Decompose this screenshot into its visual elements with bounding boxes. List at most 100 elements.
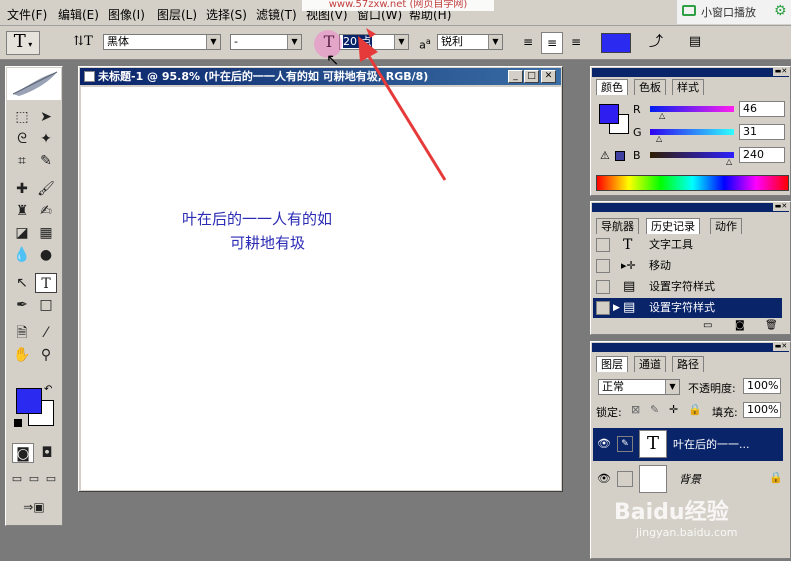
tab-channels[interactable]: 通道 bbox=[634, 356, 666, 372]
default-colors-icon[interactable] bbox=[14, 419, 22, 427]
screen-mode-full-icon[interactable]: ▭ bbox=[43, 469, 59, 489]
eye-icon[interactable]: 👁 bbox=[597, 437, 611, 450]
marquee-tool-icon[interactable]: ⬚ bbox=[11, 107, 33, 127]
b-slider[interactable] bbox=[650, 152, 734, 158]
b-value-field[interactable]: 240 bbox=[739, 147, 785, 163]
move-tool-icon[interactable]: ➤ bbox=[35, 107, 57, 127]
maximize-button[interactable]: □ bbox=[524, 70, 539, 83]
panel-close-icon[interactable]: ▬✕ bbox=[773, 202, 789, 211]
swap-colors-icon[interactable]: ↶ bbox=[44, 384, 52, 395]
align-left-icon[interactable]: ≡ bbox=[517, 32, 539, 54]
menu-edit[interactable]: 编辑(E) bbox=[58, 6, 99, 23]
layer-link-box[interactable] bbox=[617, 471, 633, 487]
panel-close-icon[interactable]: ▬✕ bbox=[773, 67, 789, 76]
new-document-from-state-icon[interactable]: ▭ bbox=[703, 320, 712, 331]
lock-transparency-icon[interactable]: ⊠ bbox=[631, 403, 640, 416]
document-title[interactable]: 未标题-1 @ 95.8% (叶在后的一一人有的如 可耕地有圾, RGB/8) bbox=[80, 68, 561, 85]
menu-layer[interactable]: 图层(L) bbox=[157, 6, 197, 23]
layer-name[interactable]: 背景 bbox=[679, 471, 701, 487]
minimize-button[interactable]: _ bbox=[508, 70, 523, 83]
blur-tool-icon[interactable]: 💧 bbox=[11, 245, 33, 265]
menu-filter[interactable]: 滤镜(T) bbox=[256, 6, 297, 23]
text-color-swatch[interactable] bbox=[601, 33, 631, 53]
eye-icon[interactable]: 👁 bbox=[597, 472, 611, 485]
screen-mode-full-menu-icon[interactable]: ▭ bbox=[26, 469, 42, 489]
tab-swatches[interactable]: 色板 bbox=[634, 79, 666, 95]
hand-tool-icon[interactable]: ✋ bbox=[11, 345, 33, 365]
crop-tool-icon[interactable]: ⌗ bbox=[11, 151, 33, 171]
shape-tool-icon[interactable]: □ bbox=[35, 295, 57, 315]
history-item[interactable]: ▸✛ 移动 bbox=[593, 256, 782, 276]
text-orientation-icon[interactable]: ⇅T bbox=[72, 32, 94, 54]
gradient-tool-icon[interactable]: ▦ bbox=[35, 223, 57, 243]
pen-tool-icon[interactable]: ✒ bbox=[11, 295, 33, 315]
r-value-field[interactable]: 46 bbox=[739, 101, 785, 117]
screen-mode-standard-icon[interactable]: ▭ bbox=[9, 469, 25, 489]
tab-layers[interactable]: 图层 bbox=[596, 356, 628, 372]
opacity-field[interactable]: 100% bbox=[743, 378, 781, 394]
slice-tool-icon[interactable]: ✎ bbox=[35, 151, 57, 171]
canvas-text-line-1[interactable]: 叶在后的一一人有的如 bbox=[182, 208, 332, 229]
fill-field[interactable]: 100% bbox=[743, 402, 781, 418]
gear-icon[interactable]: ⚙ bbox=[774, 3, 787, 19]
brush-tool-icon[interactable]: 🖌 bbox=[35, 179, 57, 199]
g-slider[interactable] bbox=[650, 129, 734, 135]
canvas-text-line-2[interactable]: 可耕地有圾 bbox=[230, 232, 305, 253]
canvas[interactable]: 叶在后的一一人有的如 可耕地有圾 bbox=[81, 87, 561, 490]
magic-wand-icon[interactable]: ✦ bbox=[35, 129, 57, 149]
r-slider-thumb[interactable]: △ bbox=[659, 111, 665, 120]
menu-file[interactable]: 文件(F) bbox=[7, 6, 47, 23]
panel-foreground-swatch[interactable] bbox=[599, 104, 619, 124]
layer-row-text[interactable]: 👁 ✎ T 叶在后的一一... bbox=[593, 428, 783, 461]
mini-window-play-button[interactable]: 小窗口播放 bbox=[701, 4, 756, 20]
layer-row-background[interactable]: 👁 背景 🔒 bbox=[593, 463, 783, 496]
tool-preset-picker[interactable]: T ▾ bbox=[6, 31, 40, 55]
foreground-color[interactable] bbox=[16, 388, 42, 414]
menu-select[interactable]: 选择(S) bbox=[206, 6, 247, 23]
gamut-swatch[interactable] bbox=[615, 151, 625, 161]
clone-stamp-icon[interactable]: ♜ bbox=[11, 201, 33, 221]
dodge-tool-icon[interactable]: ● bbox=[35, 245, 57, 265]
close-button[interactable]: ✕ bbox=[541, 70, 556, 83]
tab-navigator[interactable]: 导航器 bbox=[596, 218, 639, 234]
menu-image[interactable]: 图像(I) bbox=[108, 6, 145, 23]
tab-history[interactable]: 历史记录 bbox=[646, 218, 700, 234]
history-item[interactable]: T 文字工具 bbox=[593, 235, 782, 255]
lock-pixels-icon[interactable]: ✎ bbox=[650, 403, 659, 416]
font-style-select[interactable]: - ▼ bbox=[230, 34, 302, 50]
snapshot-icon[interactable]: ◙ bbox=[735, 320, 745, 331]
history-snapshot-box[interactable] bbox=[596, 259, 610, 273]
color-ramp[interactable] bbox=[596, 175, 789, 191]
standard-mode-icon[interactable]: ◙ bbox=[12, 443, 34, 463]
align-right-icon[interactable]: ≡ bbox=[565, 32, 587, 54]
trash-icon[interactable]: 🗑 bbox=[765, 320, 778, 331]
healing-brush-icon[interactable]: ✚ bbox=[11, 179, 33, 199]
history-item-selected[interactable]: ▶ ▤ 设置字符样式 bbox=[593, 298, 782, 318]
zoom-tool-icon[interactable]: ⚲ bbox=[35, 345, 57, 365]
notes-tool-icon[interactable]: 🗎 bbox=[11, 323, 33, 343]
lock-all-icon[interactable]: 🔒 bbox=[688, 403, 702, 416]
path-select-icon[interactable]: ↖ bbox=[11, 273, 33, 293]
tab-actions[interactable]: 动作 bbox=[710, 218, 742, 234]
blend-mode-select[interactable]: 正常 ▼ bbox=[598, 379, 680, 395]
tab-styles[interactable]: 样式 bbox=[672, 79, 704, 95]
eyedropper-icon[interactable]: ⁄ bbox=[35, 323, 57, 343]
g-slider-thumb[interactable]: △ bbox=[656, 134, 662, 143]
g-value-field[interactable]: 31 bbox=[739, 124, 785, 140]
history-snapshot-box[interactable] bbox=[596, 301, 610, 315]
history-snapshot-box[interactable] bbox=[596, 280, 610, 294]
history-snapshot-box[interactable] bbox=[596, 238, 610, 252]
tab-paths[interactable]: 路径 bbox=[672, 356, 704, 372]
jump-to-imageready-icon[interactable]: ⇒▣ bbox=[14, 497, 54, 517]
type-tool-icon[interactable]: T bbox=[35, 273, 57, 293]
align-center-icon[interactable]: ≡ bbox=[541, 32, 563, 54]
quick-mask-icon[interactable]: ◘ bbox=[36, 443, 58, 463]
warp-text-icon[interactable]: ⤴ bbox=[645, 32, 667, 54]
tab-color[interactable]: 颜色 bbox=[596, 79, 628, 95]
palettes-icon[interactable]: ▤ bbox=[684, 32, 706, 54]
history-brush-icon[interactable]: ✍ bbox=[35, 201, 57, 221]
eraser-tool-icon[interactable]: ◪ bbox=[11, 223, 33, 243]
lock-position-icon[interactable]: ✛ bbox=[669, 403, 678, 416]
history-item[interactable]: ▤ 设置字符样式 bbox=[593, 277, 782, 297]
brush-link-icon[interactable]: ✎ bbox=[617, 436, 633, 452]
